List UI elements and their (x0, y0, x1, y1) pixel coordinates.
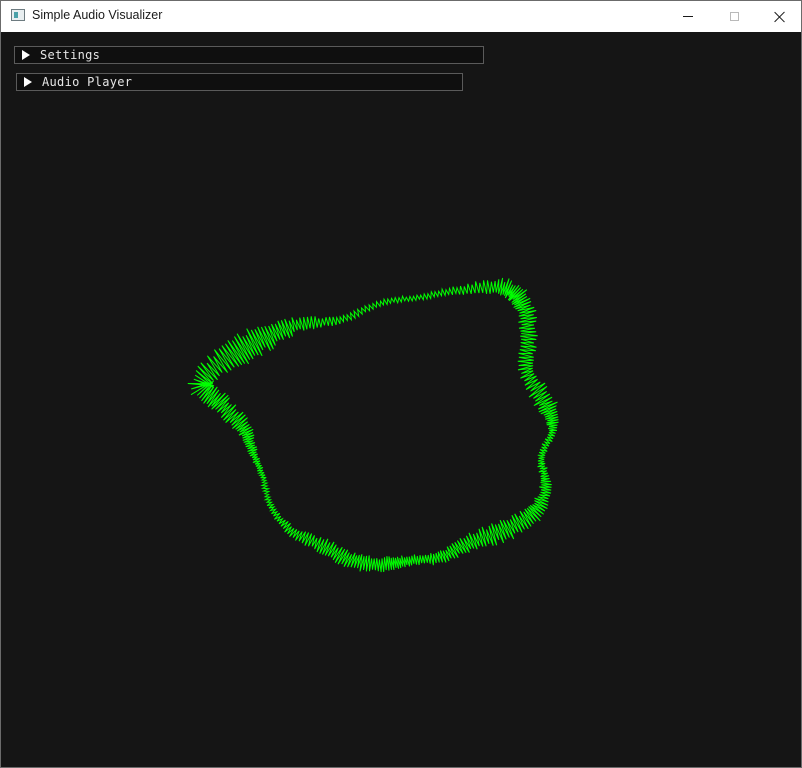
app-window-icon (11, 9, 25, 21)
circular-waveform (187, 277, 559, 573)
waveform-svg (187, 277, 559, 573)
close-button[interactable] (757, 1, 801, 32)
close-icon (774, 11, 786, 23)
audio-player-panel-header[interactable]: Audio Player (16, 73, 463, 91)
settings-panel-header[interactable]: Settings (14, 46, 484, 64)
minimize-icon (683, 16, 693, 17)
title-bar[interactable]: Simple Audio Visualizer (1, 1, 801, 33)
maximize-button[interactable] (711, 1, 757, 32)
app-window: Simple Audio Visualizer Settings Audio P… (0, 0, 802, 768)
window-title: Simple Audio Visualizer (32, 8, 163, 22)
minimize-button[interactable] (665, 1, 711, 32)
audio-player-label: Audio Player (42, 75, 133, 89)
maximize-icon (729, 12, 739, 21)
settings-label: Settings (40, 48, 101, 62)
collapsed-arrow-icon (24, 77, 32, 87)
collapsed-arrow-icon (22, 50, 30, 60)
visualizer-canvas: Settings Audio Player (1, 32, 801, 767)
